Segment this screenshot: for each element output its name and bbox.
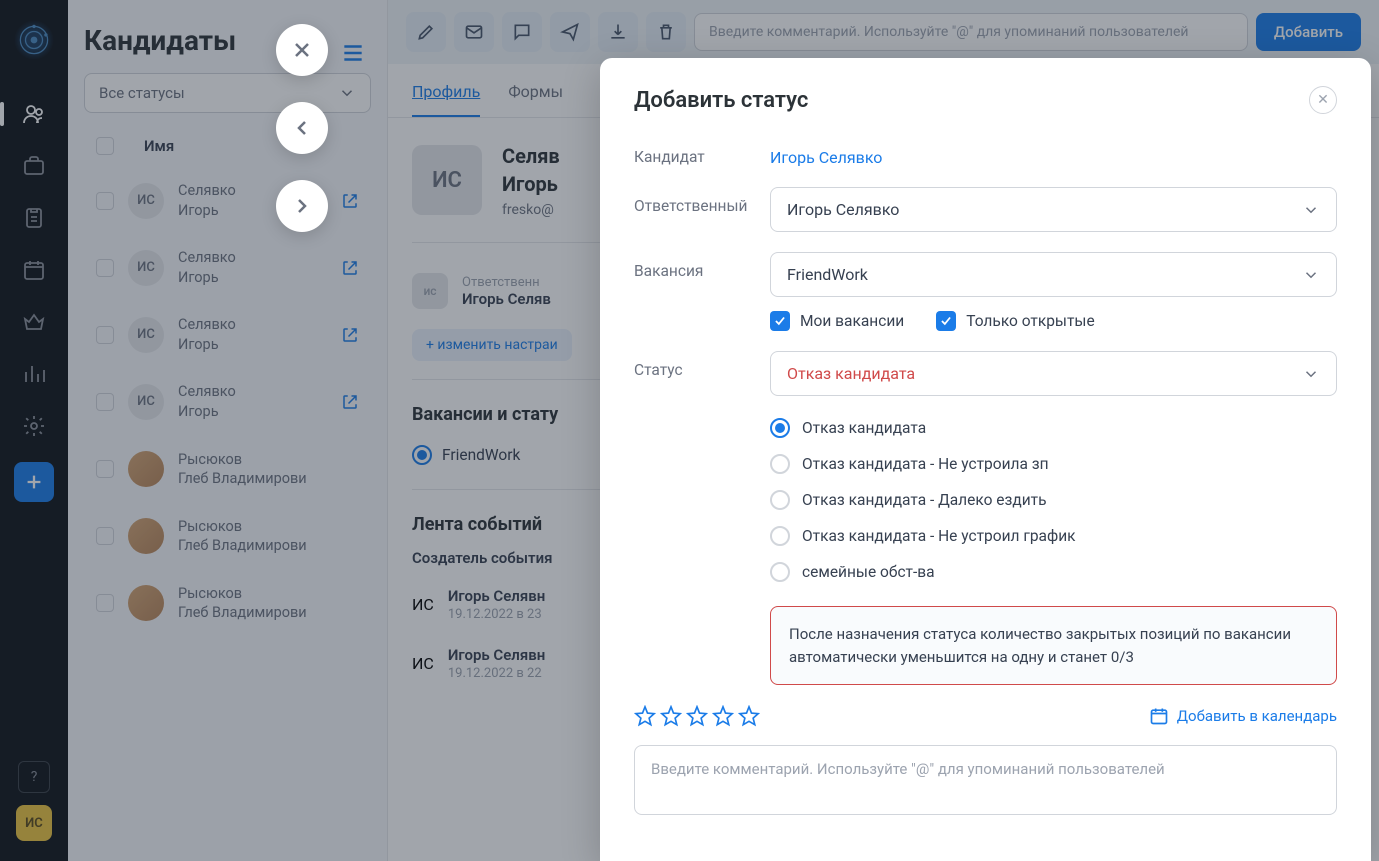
next-button[interactable] xyxy=(276,180,328,232)
chevron-down-icon xyxy=(1302,365,1320,383)
radio-label: Отказ кандидата - Не устроил график xyxy=(802,527,1076,545)
responsible-select-value: Игорь Селявко xyxy=(787,200,899,219)
star-icon[interactable] xyxy=(634,705,656,727)
star-icon[interactable] xyxy=(738,705,760,727)
star-icon[interactable] xyxy=(712,705,734,727)
status-option[interactable]: Отказ кандидата - Не устроила зп xyxy=(770,446,1337,482)
status-option[interactable]: Отказ кандидата - Не устроил график xyxy=(770,518,1337,554)
close-panel-button[interactable] xyxy=(276,24,328,76)
vacancy-field-label: Вакансия xyxy=(634,252,770,280)
status-alert: После назначения статуса количество закр… xyxy=(770,606,1337,685)
radio-icon xyxy=(770,454,790,474)
modal-comment-input[interactable]: Введите комментарий. Используйте "@" для… xyxy=(634,745,1337,815)
status-option[interactable]: Отказ кандидата - Далеко ездить xyxy=(770,482,1337,518)
rating-stars[interactable] xyxy=(634,705,760,727)
calendar-link-label: Добавить в календарь xyxy=(1177,707,1337,725)
status-select-value: Отказ кандидата xyxy=(787,364,915,383)
open-only-label: Только открытые xyxy=(966,312,1094,330)
radio-icon xyxy=(770,418,790,438)
candidate-field-label: Кандидат xyxy=(634,138,770,166)
radio-icon xyxy=(770,526,790,546)
add-status-modal: Добавить статус ✕ Кандидат Игорь Селявко… xyxy=(600,58,1371,861)
status-option[interactable]: Отказ кандидата xyxy=(770,410,1337,446)
radio-icon xyxy=(770,562,790,582)
my-vacancies-checkbox[interactable] xyxy=(770,311,790,331)
prev-button[interactable] xyxy=(276,102,328,154)
my-vacancies-label: Мои вакансии xyxy=(800,312,904,330)
chevron-down-icon xyxy=(1302,201,1320,219)
radio-label: Отказ кандидата - Не устроила зп xyxy=(802,455,1049,473)
star-icon[interactable] xyxy=(660,705,682,727)
responsible-field-label: Ответственный xyxy=(634,187,770,215)
radio-label: семейные обст-ва xyxy=(802,563,935,581)
status-option[interactable]: семейные обст-ва xyxy=(770,554,1337,590)
star-icon[interactable] xyxy=(686,705,708,727)
radio-label: Отказ кандидата xyxy=(802,419,926,437)
candidate-link[interactable]: Игорь Селявко xyxy=(770,138,882,167)
status-select[interactable]: Отказ кандидата xyxy=(770,351,1337,396)
modal-title: Добавить статус xyxy=(634,88,808,113)
vacancy-select[interactable]: FriendWork xyxy=(770,252,1337,297)
radio-icon xyxy=(770,490,790,510)
vacancy-select-value: FriendWork xyxy=(787,265,868,284)
modal-close-button[interactable]: ✕ xyxy=(1309,86,1337,114)
chevron-down-icon xyxy=(1302,266,1320,284)
open-only-checkbox[interactable] xyxy=(936,311,956,331)
radio-label: Отказ кандидата - Далеко ездить xyxy=(802,491,1047,509)
add-to-calendar-link[interactable]: Добавить в календарь xyxy=(1149,706,1337,726)
responsible-select[interactable]: Игорь Селявко xyxy=(770,187,1337,232)
status-field-label: Статус xyxy=(634,351,770,379)
